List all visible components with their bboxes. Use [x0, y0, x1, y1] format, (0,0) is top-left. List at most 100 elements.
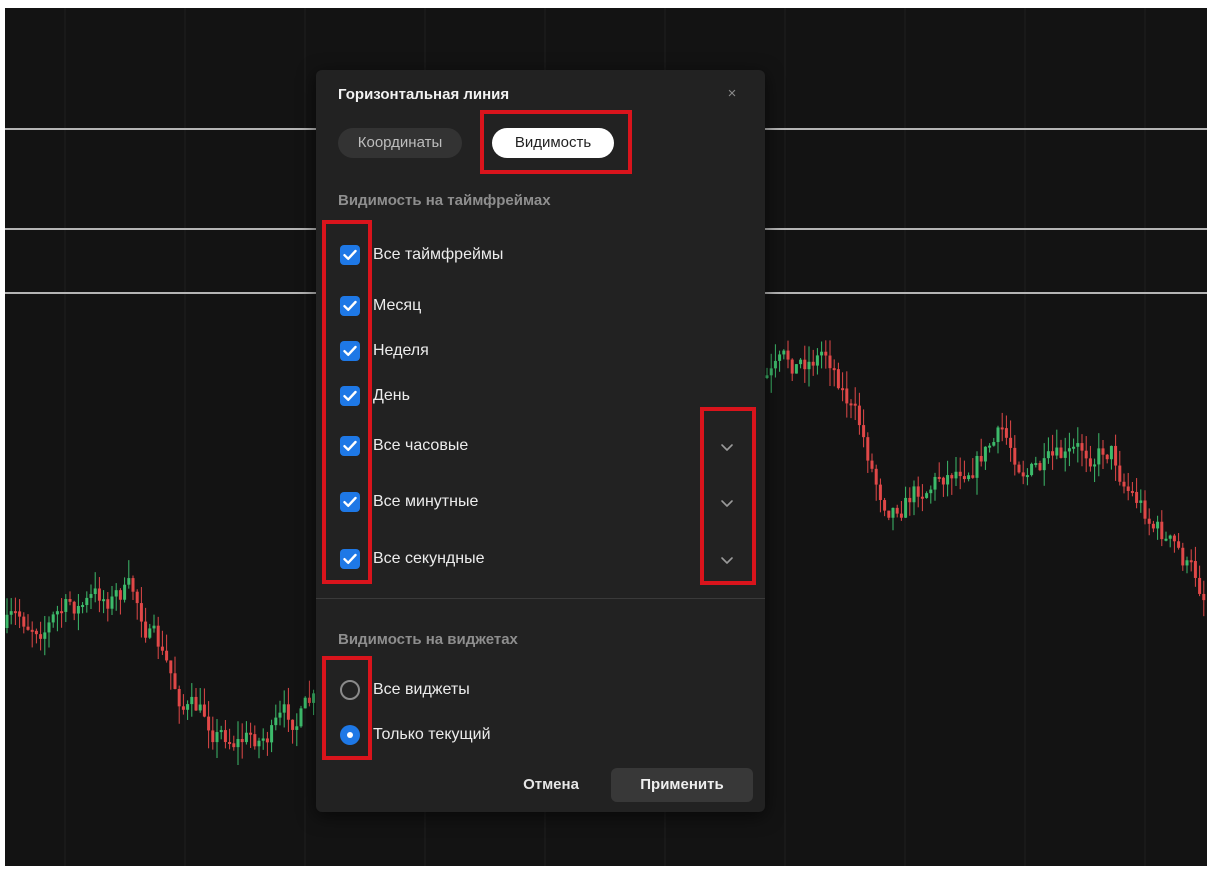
- candle-body: [1017, 464, 1021, 473]
- candle-body: [832, 368, 836, 371]
- candle-body: [55, 611, 59, 615]
- candle-body: [148, 628, 152, 638]
- timeframe-row-seconds[interactable]: Все секундные: [340, 548, 760, 572]
- widget-label-all: Все виджеты: [373, 681, 470, 698]
- candle-body: [954, 471, 958, 479]
- candle-body: [110, 596, 114, 609]
- candle-body: [988, 445, 992, 448]
- apply-button[interactable]: Применить: [611, 768, 753, 802]
- candle-body: [1080, 443, 1084, 451]
- candle-body: [1122, 481, 1126, 487]
- candle-body: [790, 359, 794, 374]
- candle-body: [778, 354, 782, 361]
- candle-body: [194, 696, 198, 711]
- candle-body: [820, 351, 824, 356]
- candle-body: [799, 359, 803, 365]
- candle-body: [18, 611, 22, 617]
- close-icon[interactable]: ×: [720, 82, 744, 106]
- timeframe-row-month[interactable]: Месяц: [340, 295, 760, 319]
- candle-body: [249, 732, 253, 735]
- candle-body: [64, 599, 68, 612]
- timeframe-row-week[interactable]: Неделя: [340, 340, 760, 364]
- candle-body: [1088, 458, 1092, 467]
- timeframe-label-seconds: Все секундные: [373, 550, 485, 567]
- candle-body: [9, 611, 13, 615]
- candle-body: [1059, 447, 1063, 458]
- candle-body: [202, 704, 206, 717]
- candle-body: [13, 611, 17, 614]
- candle-body: [228, 742, 232, 745]
- timeframe-row-hours[interactable]: Все часовые: [340, 435, 760, 459]
- candle-body: [102, 599, 106, 602]
- candle-body: [904, 497, 908, 518]
- candle-body: [34, 630, 38, 635]
- candle-body: [232, 743, 236, 748]
- candle-body: [85, 597, 89, 606]
- candle-body: [1181, 547, 1185, 566]
- timeframe-label-minutes: Все минутные: [373, 493, 479, 510]
- candle-body: [950, 475, 954, 479]
- candle-body: [866, 437, 870, 461]
- widget-option-all[interactable]: Все виджеты: [340, 679, 760, 703]
- candle-body: [215, 732, 219, 743]
- candle-body: [786, 350, 790, 360]
- candle-body: [303, 697, 307, 709]
- candle-body: [979, 455, 983, 462]
- candle-body: [857, 405, 861, 426]
- candle-body: [257, 740, 261, 747]
- candle-body: [937, 476, 941, 479]
- candle-body: [160, 646, 164, 651]
- timeframe-row-day[interactable]: День: [340, 385, 760, 409]
- candle-body: [824, 351, 828, 356]
- timeframe-label-week: Неделя: [373, 342, 429, 359]
- candle-body: [1055, 447, 1059, 456]
- candle-body: [286, 704, 290, 720]
- cancel-button[interactable]: Отмена: [506, 770, 596, 800]
- candle-body: [992, 442, 996, 446]
- candle-body: [1097, 448, 1101, 465]
- candle-body: [299, 708, 303, 727]
- candle-body: [219, 730, 223, 733]
- candle-body: [106, 599, 110, 609]
- candle-body: [887, 510, 891, 518]
- candle-body: [983, 446, 987, 462]
- candle-body: [223, 730, 227, 743]
- candle-body: [853, 403, 857, 406]
- candle-body: [144, 621, 148, 638]
- timeframe-row-minutes[interactable]: Все минутные: [340, 491, 760, 515]
- candle-body: [946, 475, 950, 485]
- candle-body: [270, 725, 274, 743]
- candle-body: [1042, 458, 1046, 471]
- candle-body: [1105, 454, 1109, 460]
- candle-body: [1093, 464, 1097, 467]
- candle-body: [1076, 443, 1080, 447]
- candle-body: [975, 455, 979, 478]
- candle-body: [1164, 538, 1168, 541]
- candle-body: [198, 704, 202, 711]
- candle-body: [870, 460, 874, 469]
- candle-body: [1168, 535, 1172, 539]
- candle-body: [1114, 445, 1118, 466]
- candle-body: [883, 500, 887, 511]
- candle-body: [1130, 490, 1134, 493]
- candle-body: [26, 626, 30, 630]
- candle-body: [920, 496, 924, 499]
- timeframes-section-title: Видимость на таймфреймах: [338, 192, 551, 209]
- candle-body: [1004, 428, 1008, 438]
- candle-body: [1051, 451, 1055, 456]
- candle-body: [1135, 491, 1139, 503]
- candle-body: [169, 660, 173, 674]
- horizontal-line-dialog: Горизонтальная линия × Координаты Видимо…: [316, 70, 765, 812]
- candle-body: [803, 359, 807, 370]
- candle-body: [93, 588, 97, 595]
- candle-body: [1009, 437, 1013, 448]
- candle-body: [1126, 486, 1130, 491]
- timeframe-row-all[interactable]: Все таймфреймы: [340, 244, 760, 268]
- widget-option-current[interactable]: Только текущий: [340, 724, 760, 748]
- candle-body: [156, 625, 160, 647]
- candle-body: [1109, 445, 1113, 460]
- section-divider: [316, 598, 765, 599]
- tab-coordinates[interactable]: Координаты: [338, 128, 462, 158]
- candle-body: [265, 738, 269, 743]
- candle-body: [123, 584, 127, 600]
